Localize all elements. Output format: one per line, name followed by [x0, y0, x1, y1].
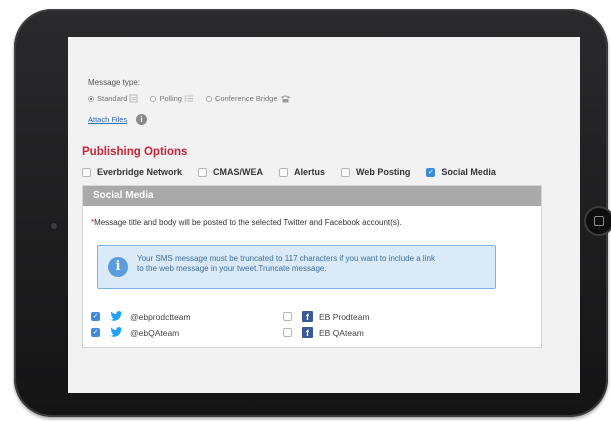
- info-text-line2: to the web message in your tweet.Truncat…: [137, 264, 327, 273]
- publish-web-posting[interactable]: Web Posting: [341, 167, 410, 177]
- radio-polling-label: Polling: [159, 94, 182, 103]
- facebook-account-checkbox[interactable]: [283, 312, 292, 321]
- publishing-options-row: Everbridge Network CMAS/WEA Alertus Web …: [82, 167, 512, 177]
- publish-everbridge-checkbox[interactable]: [82, 167, 91, 177]
- sms-truncate-info-text: Your SMS message must be truncated to 11…: [137, 254, 487, 274]
- social-media-note-text: Message title and body will be posted to…: [94, 218, 402, 227]
- publish-everbridge-label: Everbridge Network: [97, 167, 183, 177]
- social-media-header: Social Media: [83, 186, 541, 206]
- attach-info-icon[interactable]: i: [136, 114, 147, 125]
- radio-conference-control[interactable]: [205, 95, 212, 102]
- publish-social-media-label: Social Media: [441, 167, 496, 177]
- facebook-icon: f: [302, 327, 313, 338]
- polling-list-icon: [184, 95, 193, 102]
- facebook-icon: f: [302, 311, 313, 322]
- twitter-bird-icon: [110, 311, 123, 321]
- twitter-account-ebprodctteam[interactable]: ✓ @ebprodctteam: [91, 311, 191, 322]
- facebook-account-name: EB QAteam: [319, 327, 364, 338]
- home-square-icon: [594, 216, 604, 226]
- home-button[interactable]: [584, 206, 611, 236]
- tablet-screen: Message type: Standard Polling Conferenc…: [68, 37, 580, 393]
- twitter-account-checkbox[interactable]: ✓: [91, 312, 100, 321]
- publish-alertus-label: Alertus: [294, 167, 326, 177]
- publish-web-posting-checkbox[interactable]: [341, 167, 351, 177]
- twitter-handle: @ebprodctteam: [130, 311, 191, 322]
- publish-everbridge-network[interactable]: Everbridge Network: [82, 167, 182, 177]
- radio-conference-label: Conference Bridge: [214, 94, 278, 103]
- radio-standard-label: Standard: [97, 94, 128, 103]
- facebook-account-checkbox[interactable]: [283, 328, 292, 337]
- radio-conference-bridge[interactable]: Conference Bridge: [205, 94, 291, 103]
- radio-polling-control[interactable]: [150, 95, 157, 102]
- facebook-account-name: EB Prodteam: [319, 311, 370, 322]
- publish-web-posting-label: Web Posting: [356, 167, 411, 177]
- social-media-panel: Social Media *Message title and body wil…: [82, 185, 542, 348]
- twitter-bird-icon: [110, 327, 123, 337]
- publish-social-media-checkbox[interactable]: ✓: [426, 167, 436, 177]
- twitter-account-ebqateam[interactable]: ✓ @ebQAteam: [91, 327, 179, 338]
- publish-cmas-checkbox[interactable]: [198, 167, 208, 177]
- facebook-account-eb-prodteam[interactable]: f EB Prodteam: [283, 311, 370, 322]
- info-icon: i: [108, 257, 128, 277]
- phone-icon: [280, 95, 290, 103]
- info-text-line1: Your SMS message must be truncated to 11…: [137, 254, 435, 263]
- facebook-account-eb-qateam[interactable]: f EB QAteam: [283, 327, 364, 338]
- publish-cmas-label: CMAS/WEA: [213, 167, 264, 177]
- publish-alertus[interactable]: Alertus: [279, 167, 325, 177]
- publish-cmas-wea[interactable]: CMAS/WEA: [198, 167, 263, 177]
- radio-polling[interactable]: Polling: [150, 94, 194, 103]
- message-type-options: Standard Polling Conference Bridge: [88, 94, 303, 103]
- camera-dot: [51, 223, 57, 229]
- attach-files-link[interactable]: Attach Files: [88, 115, 127, 124]
- twitter-account-checkbox[interactable]: ✓: [91, 328, 100, 337]
- publish-social-media[interactable]: ✓ Social Media: [426, 167, 496, 177]
- sms-truncate-info-box: i Your SMS message must be truncated to …: [97, 245, 496, 289]
- message-type-label: Message type:: [88, 78, 141, 87]
- publish-alertus-checkbox[interactable]: [279, 167, 289, 177]
- twitter-handle: @ebQAteam: [130, 327, 180, 338]
- social-media-note: *Message title and body will be posted t…: [91, 218, 402, 227]
- radio-standard[interactable]: Standard: [88, 94, 138, 103]
- radio-standard-control[interactable]: [88, 95, 94, 102]
- standard-message-icon: [130, 94, 138, 103]
- publishing-options-title: Publishing Options: [82, 146, 188, 158]
